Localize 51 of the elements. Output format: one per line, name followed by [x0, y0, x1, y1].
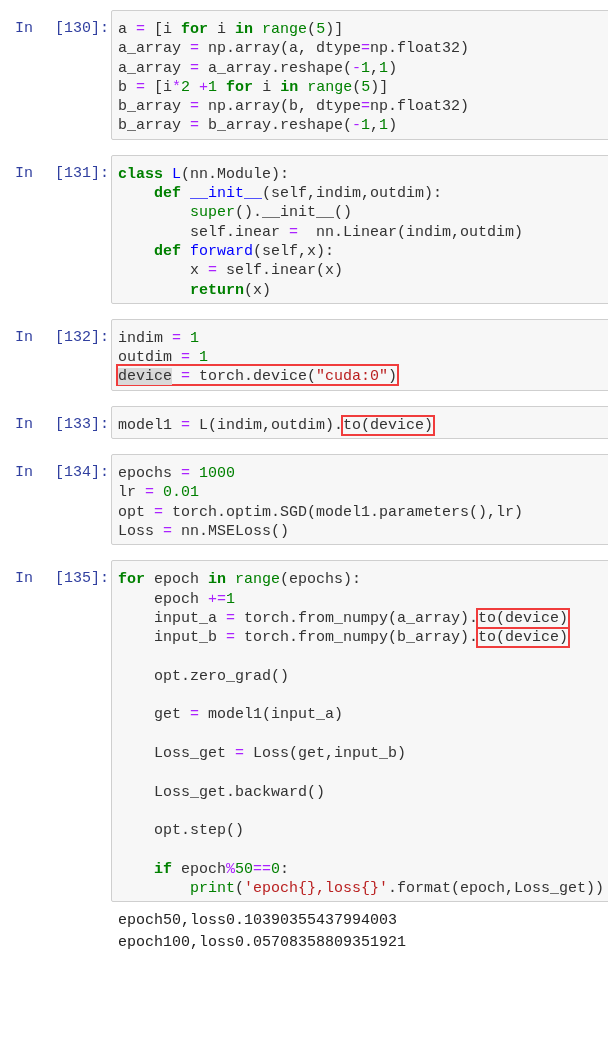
code-cell[interactable]: model1 = L(indim,outdim).to(device) — [111, 405, 608, 440]
code-line: a_array = np.array(a, dtype=np.float32) — [117, 39, 471, 58]
code-line: if epoch%50==0: — [153, 859, 291, 878]
code-cell[interactable] — [111, 560, 608, 903]
execution-count: [134]: — [55, 463, 110, 484]
prompt-label: In — [15, 569, 33, 590]
output-line: epoch50,loss0.10390355437994003 — [118, 911, 399, 932]
code-line: Loss_get = Loss(get,input_b) — [153, 743, 408, 763]
code-line: Loss_get.backward() — [153, 782, 327, 801]
execution-count: [130]: — [55, 19, 110, 39]
code-line: def __init__(self,indim,outdim): — [153, 184, 444, 203]
prompt-label: In — [15, 19, 33, 39]
code-line: print('epoch{},loss{}'.format(epoch,Loss_get)) — [189, 879, 606, 898]
execution-count: [131]: — [55, 163, 110, 184]
code-line: def forward(self,x): — [153, 241, 336, 261]
code-line: get = model1(input_a) — [153, 705, 345, 724]
code-line: class L(nn.Module): — [117, 164, 291, 184]
code-line: b = [i*2 +1 for i in range(5)] — [117, 77, 390, 97]
code-line: a_array = a_array.reshape(-1,1) — [117, 58, 399, 77]
code-cell[interactable]: epochs = 1000 lr = 0.01 opt = torch.optim.SGD(model1.parameters(),lr) Loss = nn.MSELoss() — [111, 454, 608, 546]
code-cell[interactable]: a = [i for i in range(5)] a_array = np.array(a, dtype=np.float32) a_array = a_array.reshape(-1,1) b = [i*2 +1 for i in range(5)] b_array = np.array(b, dtype=np.float32) b_array = b_array.reshape(-1,1) — [111, 10, 608, 140]
execution-count: [133]: — [55, 414, 110, 435]
code-line: model1 = L(indim,outdim).to(device) — [117, 413, 436, 435]
code-cell[interactable]: indim = 1 outdim = 1 device = torch.device("cuda:0") — [111, 318, 608, 391]
code-line: lr = 0.01 — [117, 483, 201, 502]
code-line: Loss = nn.MSELoss() — [117, 521, 291, 541]
code-line: epochs = 1000 — [117, 464, 237, 483]
execution-count: [135]: — [55, 569, 110, 590]
output-line: epoch100,loss0.05708358809351921 — [118, 932, 408, 953]
execution-count: [132]: — [55, 327, 110, 348]
code-line: return(x) — [189, 280, 273, 299]
code-line: b_array = np.array(b, dtype=np.float32) — [117, 97, 471, 116]
code-line: opt.step() — [153, 821, 246, 840]
code-line: self.inear = nn.Linear(indim,outdim) — [189, 222, 525, 241]
code-line: epoch +=1 — [153, 589, 237, 608]
code-line: opt.zero_grad() — [153, 666, 291, 685]
code-cell[interactable]: class L(nn.Module): def __init__(self,indim,outdim): super().__init__() self.inear = nn.Linear(indim,outdim) def forward(self,x): x = self.inear(x) return(x) — [111, 154, 608, 304]
prompt-label: In — [15, 414, 33, 435]
code-line: indim = 1 — [117, 328, 201, 348]
prompt-label: In — [15, 463, 33, 484]
code-line: b_array = b_array.reshape(-1,1) — [117, 116, 399, 135]
code-line: super().__init__() — [189, 203, 354, 222]
code-line: a = [i for i in range(5)] — [117, 20, 345, 39]
code-line: for epoch in range(epochs): — [117, 570, 363, 589]
code-line: outdim = 1 — [117, 348, 210, 367]
code-line: input_b = torch.from_numpy(b_array).to(device) — [153, 626, 571, 647]
prompt-label: In — [15, 163, 33, 184]
code-line: input_a = torch.from_numpy(a_array).to(device) — [153, 606, 571, 628]
prompt-label: In — [15, 327, 33, 348]
code-line: opt = torch.optim.SGD(model1.parameters(),lr) — [117, 502, 525, 521]
code-line: x = self.inear(x) — [189, 261, 345, 280]
